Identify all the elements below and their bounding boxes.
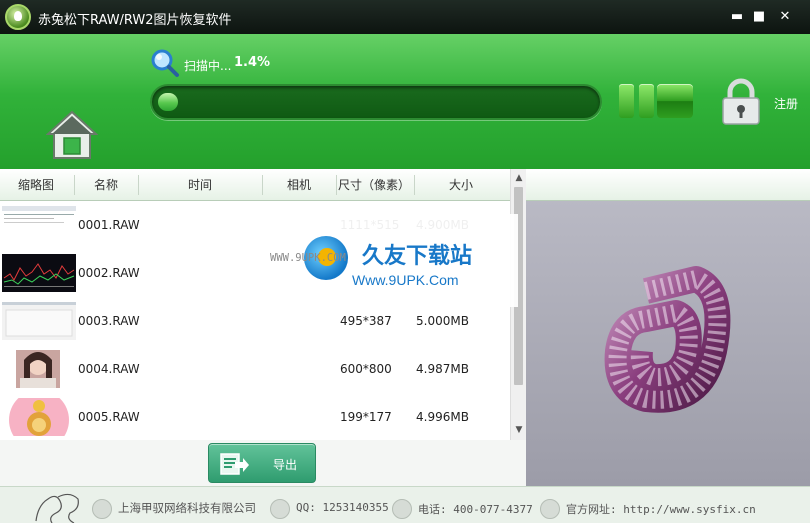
scroll-up-icon[interactable]: ▲ [511, 171, 527, 185]
preview-header [526, 169, 810, 201]
file-name: 0005.RAW [78, 410, 140, 424]
watermark-left-text: WWW.9UPK.COM [270, 252, 346, 264]
column-dimensions[interactable]: 尺寸（像素） [336, 169, 412, 201]
file-name: 0001.RAW [78, 218, 140, 232]
column-divider [262, 175, 263, 195]
watermark-brand: 久友下载站 [362, 244, 473, 269]
column-time[interactable]: 时间 [140, 169, 260, 201]
scroll-down-icon[interactable]: ▼ [511, 423, 527, 437]
scan-percent: 1.4% [234, 55, 271, 70]
file-name: 0003.RAW [78, 314, 140, 328]
mascot-logo [30, 487, 86, 523]
minimize-button[interactable]: ▬ [728, 8, 746, 26]
column-divider [138, 175, 139, 195]
phone-number: 电话: 400-077-4377 [418, 503, 533, 516]
home-icon [45, 110, 99, 159]
register-button[interactable] [720, 78, 762, 126]
qq-icon [270, 499, 290, 519]
file-table-header: 缩略图 名称 时间 相机 尺寸（像素） 大小 [0, 169, 510, 201]
scan-header: 扫描中... 1.4% 注册 [0, 34, 810, 169]
column-thumbnail[interactable]: 缩略图 [0, 169, 72, 201]
pause-button[interactable] [619, 84, 655, 118]
table-row[interactable]: 0005.RAW 199*177 4.996MB [0, 393, 510, 440]
qq-number[interactable]: QQ: 1253140355 [296, 501, 389, 514]
table-row[interactable]: 0004.RAW 600*800 4.987MB [0, 345, 510, 393]
thumbnail-image [2, 350, 76, 388]
export-label: 导出 [273, 458, 298, 472]
app-logo-icon [5, 4, 31, 30]
file-name: 0002.RAW [78, 266, 140, 280]
file-size: 4.996MB [416, 410, 469, 424]
film-reel-icon [604, 266, 731, 413]
thumbnail-image [2, 206, 76, 244]
thumbnail-image [2, 254, 76, 292]
scan-status-label: 扫描中... [184, 59, 232, 73]
pause-icon [619, 84, 634, 118]
column-divider [74, 175, 75, 195]
column-name[interactable]: 名称 [76, 169, 136, 201]
stop-button[interactable] [657, 84, 693, 118]
file-size: 4.987MB [416, 362, 469, 376]
home-button[interactable] [45, 110, 99, 160]
file-dimensions: 600*800 [340, 362, 392, 376]
title-bar: 赤兔松下RAW/RW2图片恢复软件 ▬ ■ ✕ [0, 0, 810, 34]
thumbnail-image [2, 302, 76, 340]
company-name: 上海甲驭网络科技有限公司 [118, 501, 256, 515]
maximize-button[interactable]: ■ [750, 8, 768, 26]
preview-panel [526, 201, 810, 486]
file-dimensions: 199*177 [340, 410, 392, 424]
column-size[interactable]: 大小 [414, 169, 508, 201]
company-icon [92, 499, 112, 519]
column-camera[interactable]: 相机 [264, 169, 334, 201]
lock-icon [722, 78, 760, 125]
pause-icon-bar [639, 84, 654, 118]
scan-progress-bar [150, 84, 602, 120]
website-link[interactable]: 官方网址: http://www.sysfix.cn [566, 501, 756, 517]
footer-bar: 上海甲驭网络科技有限公司 QQ: 1253140355 电话: 400-077-… [0, 486, 810, 523]
search-icon [150, 48, 180, 78]
export-button[interactable]: 导出 [208, 443, 316, 483]
close-button[interactable]: ✕ [776, 8, 794, 26]
globe-icon [540, 499, 560, 519]
phone-icon [392, 499, 412, 519]
watermark-url: Www.9UPK.Com [352, 272, 459, 288]
file-name: 0004.RAW [78, 362, 140, 376]
register-label[interactable]: 注册 [774, 95, 798, 112]
scan-progress-fill [158, 93, 178, 111]
window-title: 赤兔松下RAW/RW2图片恢复软件 [38, 13, 232, 28]
thumbnail-image [2, 398, 76, 436]
export-icon [220, 453, 249, 475]
